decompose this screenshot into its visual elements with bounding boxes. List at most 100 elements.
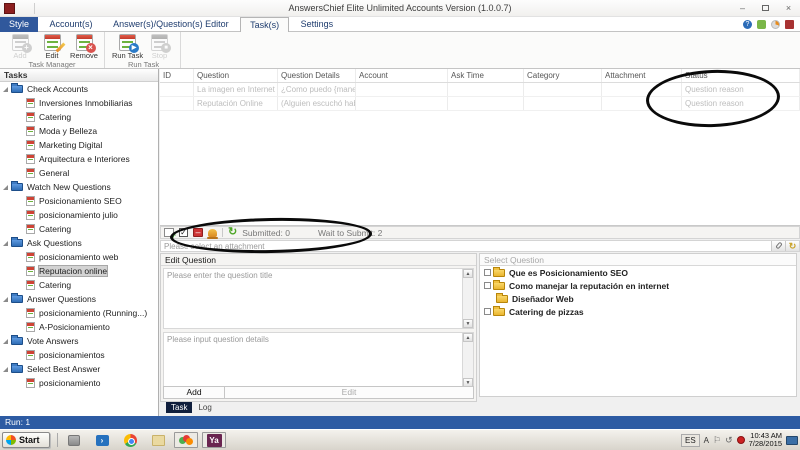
question-details-input[interactable] bbox=[164, 333, 461, 387]
ribbon-group-task-manager: + Add Edit × Remove Task Manager bbox=[0, 32, 105, 68]
column-header-id[interactable]: ID bbox=[160, 69, 194, 82]
expander-icon[interactable] bbox=[3, 367, 8, 372]
status-cell: Question reason bbox=[682, 83, 800, 96]
taskbar-app-utility[interactable] bbox=[62, 432, 86, 448]
tree-folder-answer-questions[interactable]: Answer Questions bbox=[0, 292, 158, 306]
alert-icon[interactable] bbox=[208, 229, 217, 237]
question-title-input[interactable] bbox=[164, 269, 461, 328]
refresh-icon[interactable]: ↻ bbox=[228, 227, 237, 238]
tab-log[interactable]: Log bbox=[196, 402, 213, 413]
tree-item[interactable]: Catering bbox=[0, 278, 158, 292]
flag-icon[interactable]: ⚐ bbox=[713, 435, 721, 445]
tree-folder-select-best-answer[interactable]: Select Best Answer bbox=[0, 362, 158, 376]
tree-item-selected[interactable]: Reputacion online bbox=[0, 264, 158, 278]
column-header-attachment[interactable]: Attachment bbox=[602, 69, 682, 82]
scroll-up-icon[interactable]: ▲ bbox=[463, 333, 473, 342]
tree-item[interactable]: Moda y Belleza bbox=[0, 124, 158, 138]
scroll-down-icon[interactable]: ▼ bbox=[463, 319, 473, 328]
check-all-icon[interactable]: ✓ bbox=[179, 228, 188, 237]
close-button[interactable]: × bbox=[781, 2, 796, 14]
tree-item[interactable]: Catering bbox=[0, 110, 158, 124]
scrollbar[interactable]: ▲ ▼ bbox=[462, 269, 473, 328]
exit-icon[interactable] bbox=[785, 20, 794, 29]
attachment-bar: ↻ bbox=[160, 240, 800, 252]
question-tree-item[interactable]: Diseñador Web bbox=[480, 292, 796, 305]
question-tree-item[interactable]: Que es Posicionamiento SEO bbox=[480, 266, 796, 279]
tab-accounts[interactable]: Account(s) bbox=[41, 17, 102, 32]
attach-file-button[interactable] bbox=[771, 241, 785, 251]
tree-item[interactable]: posicionamiento (Running...) bbox=[0, 306, 158, 320]
tree-folder-check-accounts[interactable]: Check Accounts bbox=[0, 82, 158, 96]
question-tree-item[interactable]: Catering de pizzas bbox=[480, 305, 796, 318]
stop-task-button[interactable]: ■ Stop bbox=[144, 33, 176, 60]
table-row[interactable]: La imagen en Internet ¿Como puedo {manej… bbox=[160, 83, 800, 97]
remove-task-button[interactable]: × Remove bbox=[68, 33, 100, 60]
expander-icon[interactable] bbox=[3, 297, 8, 302]
run-task-button[interactable]: ▶ Run Task bbox=[112, 33, 144, 60]
help-icon[interactable]: ? bbox=[743, 20, 752, 29]
taskbar-app-window[interactable] bbox=[146, 432, 170, 448]
taskbar-app-shapes[interactable] bbox=[174, 432, 198, 448]
tree-folder-ask-questions[interactable]: Ask Questions bbox=[0, 236, 158, 250]
expander-icon[interactable] bbox=[3, 185, 8, 190]
scroll-up-icon[interactable]: ▲ bbox=[463, 269, 473, 278]
expander-icon[interactable] bbox=[3, 339, 8, 344]
column-header-account[interactable]: Account bbox=[356, 69, 448, 82]
tab-tasks[interactable]: Task(s) bbox=[240, 17, 289, 32]
attachment-input[interactable] bbox=[161, 241, 771, 251]
tree-item[interactable]: Inversiones Inmobiliarias bbox=[0, 96, 158, 110]
tab-style[interactable]: Style bbox=[0, 17, 38, 32]
tree-folder-watch-new-questions[interactable]: Watch New Questions bbox=[0, 180, 158, 194]
taskbar-clock[interactable]: 10:43 AM 7/28/2015 bbox=[749, 432, 782, 448]
tab-task[interactable]: Task bbox=[166, 402, 192, 413]
add-row-icon[interactable] bbox=[164, 228, 174, 237]
tree-item[interactable]: Marketing Digital bbox=[0, 138, 158, 152]
taskbar-app-chrome[interactable] bbox=[118, 432, 142, 448]
tree-item[interactable]: posicionamientos bbox=[0, 348, 158, 362]
network-icon[interactable]: ↺ bbox=[725, 435, 733, 445]
add-task-button[interactable]: + Add bbox=[4, 33, 36, 60]
question-tree-item[interactable]: Como manejar la reputación en internet bbox=[480, 279, 796, 292]
minimize-button[interactable]: – bbox=[735, 2, 750, 14]
restore-button[interactable] bbox=[758, 2, 773, 14]
table-row[interactable]: Reputación Online (Alguien escuchó habla… bbox=[160, 97, 800, 111]
scrollbar[interactable]: ▲ ▼ bbox=[462, 333, 473, 387]
tree-item[interactable]: posicionamiento web bbox=[0, 250, 158, 264]
taskbar-app-powershell[interactable]: › bbox=[90, 432, 114, 448]
edit-question-button[interactable]: Edit bbox=[225, 386, 474, 399]
feedback-icon[interactable] bbox=[757, 20, 766, 29]
checkbox-icon[interactable] bbox=[484, 282, 491, 289]
antivirus-icon[interactable] bbox=[737, 436, 745, 444]
tree-item[interactable]: Catering bbox=[0, 222, 158, 236]
column-header-question[interactable]: Question bbox=[194, 69, 278, 82]
language-indicator[interactable]: ES bbox=[681, 434, 700, 447]
tree-folder-vote-answers[interactable]: Vote Answers bbox=[0, 334, 158, 348]
table-header-row: ID Question Question Details Account Ask… bbox=[160, 69, 800, 83]
update-icon[interactable] bbox=[771, 20, 780, 29]
checkbox-icon[interactable] bbox=[484, 308, 491, 315]
expander-icon[interactable] bbox=[3, 241, 8, 246]
edit-task-button[interactable]: Edit bbox=[36, 33, 68, 60]
remove-row-icon[interactable]: – bbox=[193, 228, 203, 237]
column-header-category[interactable]: Category bbox=[524, 69, 602, 82]
tree-item[interactable]: Arquitectura e Interiores bbox=[0, 152, 158, 166]
tree-item[interactable]: General bbox=[0, 166, 158, 180]
tab-answers-questions-editor[interactable]: Answer(s)/Question(s) Editor bbox=[104, 17, 238, 32]
taskbar-app-ya[interactable]: Ya bbox=[202, 432, 226, 448]
tree-item[interactable]: posicionamiento julio bbox=[0, 208, 158, 222]
taskbar-divider bbox=[57, 433, 58, 447]
tree-item[interactable]: posicionamiento bbox=[0, 376, 158, 390]
expander-icon[interactable] bbox=[3, 87, 8, 92]
tree-item[interactable]: A-Posicionamiento bbox=[0, 320, 158, 334]
checkbox-icon[interactable] bbox=[484, 269, 491, 276]
tree-item[interactable]: Posicionamiento SEO bbox=[0, 194, 158, 208]
monitor-icon[interactable] bbox=[786, 436, 798, 445]
column-header-question-details[interactable]: Question Details bbox=[278, 69, 356, 82]
column-header-status[interactable]: Status bbox=[682, 69, 800, 82]
column-header-ask-time[interactable]: Ask Time bbox=[448, 69, 524, 82]
add-question-button[interactable]: Add bbox=[163, 386, 225, 399]
task-icon bbox=[26, 210, 35, 220]
tab-settings[interactable]: Settings bbox=[292, 17, 343, 32]
start-button[interactable]: Start bbox=[2, 432, 50, 448]
attachment-refresh-button[interactable]: ↻ bbox=[785, 241, 799, 251]
